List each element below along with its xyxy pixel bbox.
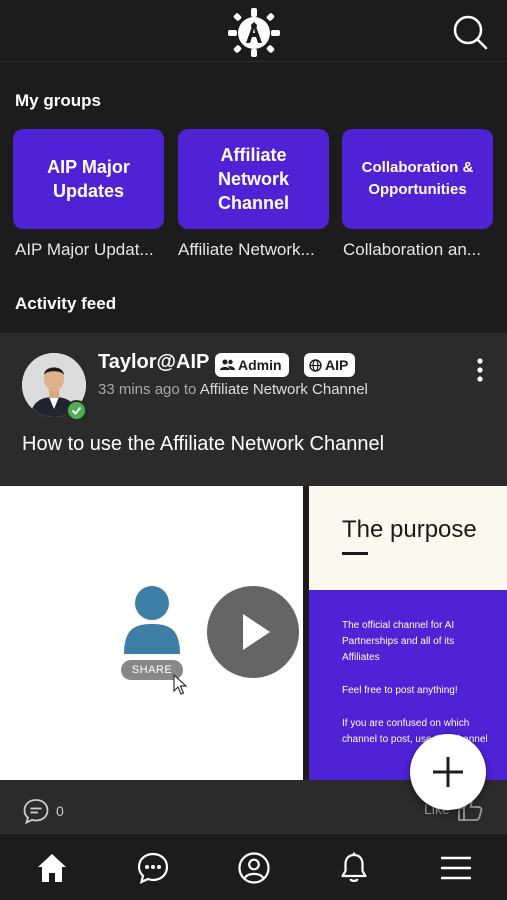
post-author[interactable]: Taylor@AIP bbox=[98, 351, 209, 374]
play-button[interactable] bbox=[207, 586, 299, 678]
group-card-aip-major-updates[interactable]: AIP Major Updates bbox=[13, 129, 164, 229]
globe-icon bbox=[309, 358, 322, 372]
activity-feed-title: Activity feed bbox=[15, 294, 117, 313]
more-options-icon[interactable] bbox=[470, 355, 490, 385]
nav-profile[interactable] bbox=[234, 848, 274, 888]
group-card-collaboration[interactable]: Collaboration & Opportunities bbox=[342, 129, 493, 229]
nav-notifications[interactable] bbox=[334, 848, 374, 888]
admin-badge: Admin bbox=[215, 353, 289, 377]
comment-count: 0 bbox=[56, 803, 64, 819]
slide-title: The purpose bbox=[342, 516, 477, 543]
play-icon bbox=[243, 614, 270, 650]
group-card-affiliate-network[interactable]: Affiliate Network Channel bbox=[178, 129, 329, 229]
group-caption-aip-major-updates: AIP Major Updat... bbox=[15, 240, 154, 259]
post-meta: 33 mins ago to Affiliate Network Channel bbox=[98, 381, 368, 398]
admin-badge-label: Admin bbox=[238, 357, 282, 373]
chat-icon bbox=[137, 852, 169, 884]
create-post-button[interactable] bbox=[410, 734, 486, 810]
post-video[interactable]: SHARE The purpose The official channel f… bbox=[0, 486, 507, 780]
post-text: How to use the Affiliate Network Channel bbox=[22, 433, 385, 455]
group-caption-collaboration: Collaboration an... bbox=[343, 240, 481, 259]
comment-button[interactable]: 0 bbox=[22, 797, 64, 825]
nav-menu[interactable] bbox=[436, 848, 476, 888]
video-slide-right: The purpose The official channel for AI … bbox=[309, 486, 507, 780]
slide-paragraph: Feel free to post anything! bbox=[342, 685, 458, 696]
verified-check-icon bbox=[66, 400, 87, 421]
cursor-icon bbox=[173, 674, 188, 695]
comment-icon bbox=[23, 799, 49, 825]
nav-home[interactable] bbox=[32, 848, 72, 888]
aip-badge: AIP bbox=[304, 353, 356, 377]
slide-paragraph: The official channel for AI Partnerships… bbox=[342, 620, 455, 663]
menu-icon bbox=[441, 856, 471, 880]
group-icon bbox=[220, 359, 235, 370]
my-groups-title: My groups bbox=[15, 91, 101, 110]
profile-icon bbox=[238, 852, 270, 884]
aip-logo-icon[interactable] bbox=[226, 6, 282, 58]
nav-chat[interactable] bbox=[133, 848, 173, 888]
aip-badge-label: AIP bbox=[325, 357, 349, 373]
post-time: 33 mins ago to bbox=[98, 381, 197, 398]
home-icon bbox=[38, 854, 66, 882]
top-bar bbox=[0, 0, 507, 62]
group-caption-affiliate-network: Affiliate Network... bbox=[178, 240, 315, 259]
plus-icon bbox=[433, 757, 463, 787]
search-icon[interactable] bbox=[450, 12, 490, 52]
person-icon bbox=[124, 586, 180, 654]
slide-title-underline bbox=[342, 552, 368, 555]
bottom-nav bbox=[0, 833, 507, 900]
bell-icon bbox=[341, 852, 367, 882]
post-channel-link[interactable]: Affiliate Network Channel bbox=[200, 381, 368, 398]
